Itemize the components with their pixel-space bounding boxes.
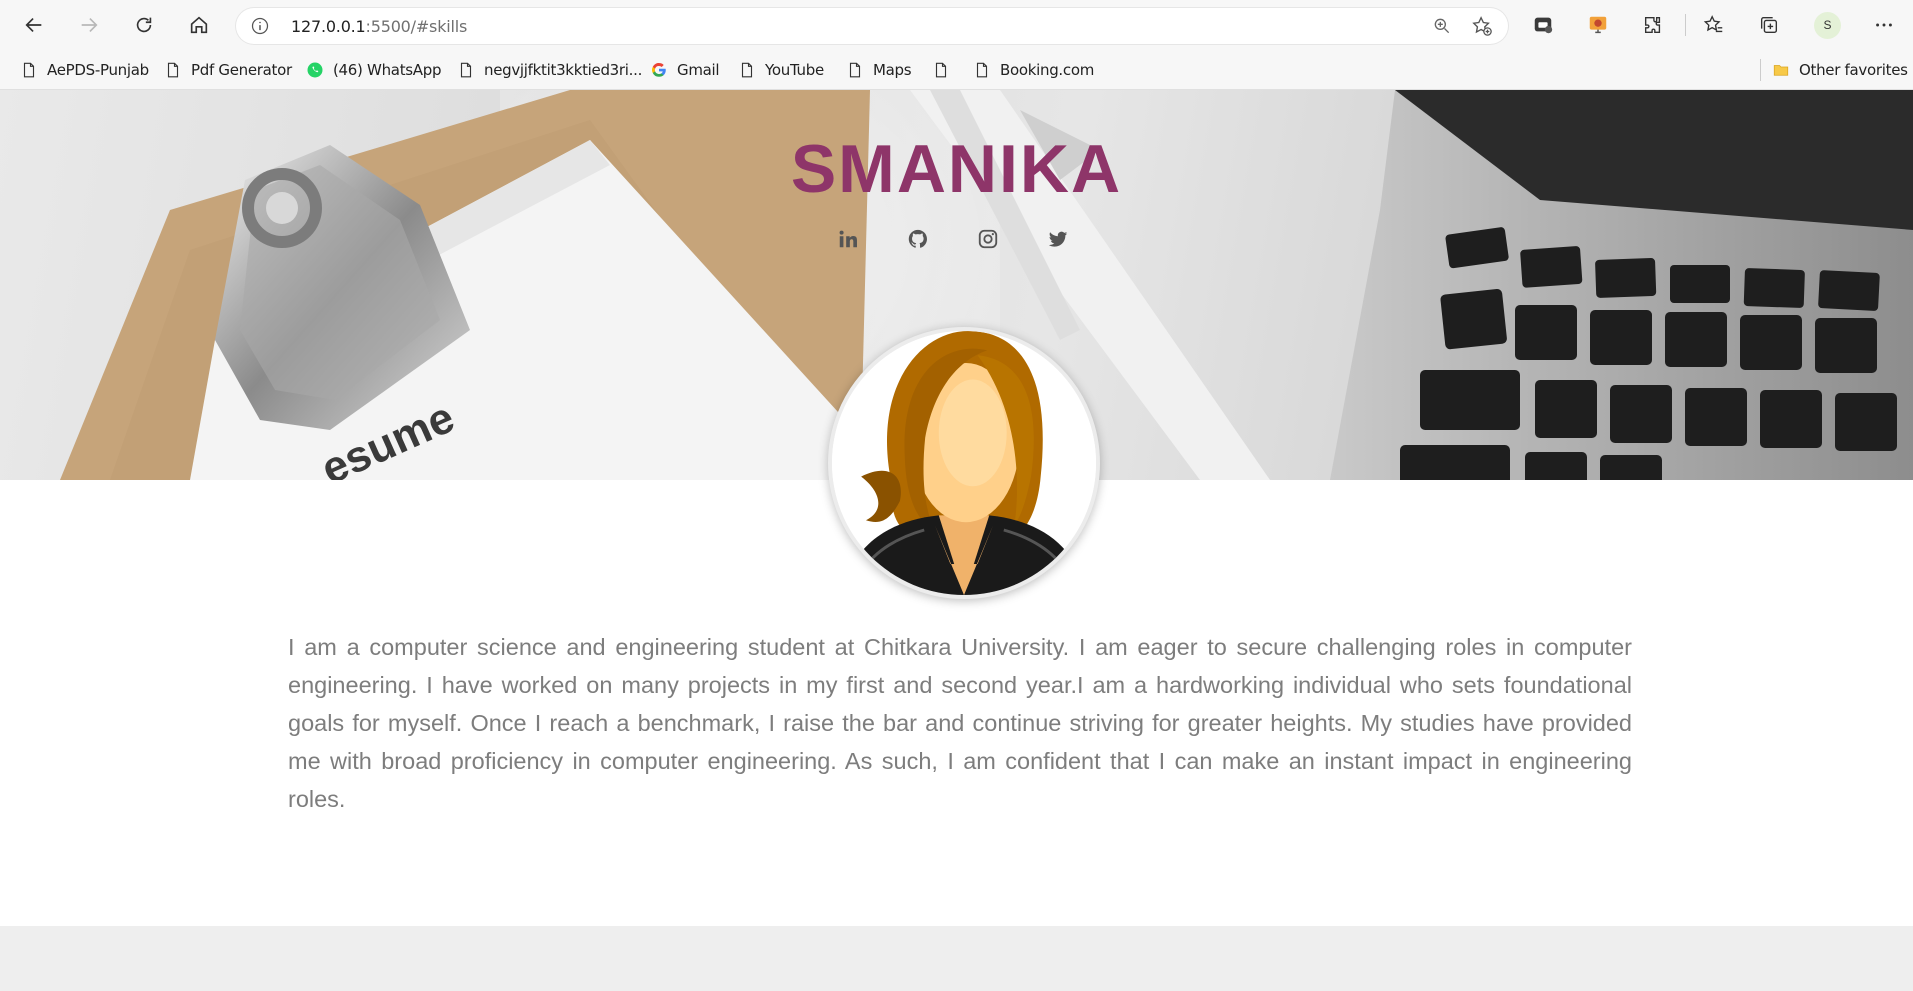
page-icon <box>457 61 475 79</box>
favorites-icon[interactable] <box>1701 12 1727 38</box>
woman-avatar-illustration <box>832 331 1096 595</box>
bookmark-gmail[interactable]: Gmail <box>650 58 720 82</box>
next-section-band <box>0 926 1913 991</box>
info-icon[interactable] <box>250 16 270 36</box>
instagram-icon <box>978 229 998 249</box>
page-icon <box>164 61 182 79</box>
home-icon <box>190 16 208 34</box>
folder-icon <box>1772 61 1790 79</box>
bookmark-label: (46) WhatsApp <box>333 61 442 79</box>
bookmark-label: Maps <box>873 61 912 79</box>
more-menu-icon[interactable] <box>1871 12 1897 38</box>
collections-icon[interactable] <box>1756 12 1782 38</box>
site-title: SMANIKA <box>790 131 1123 207</box>
bookmarks-bar: AePDS-Punjab Pdf Generator (46) WhatsApp… <box>0 50 1913 90</box>
bookmark-whatsapp[interactable]: (46) WhatsApp <box>306 58 442 82</box>
bookmark-aepds-punjab[interactable]: AePDS-Punjab <box>20 58 149 82</box>
url-text[interactable]: 127.0.0.1:5500/#skills <box>291 17 467 36</box>
bookmark-other-favorites[interactable]: Other favorites <box>1772 58 1908 82</box>
refresh-button[interactable] <box>126 7 162 43</box>
bookmark-label: Gmail <box>677 61 720 79</box>
bookmark-label: negvjjfktit3kktied3ri... <box>484 61 643 79</box>
profile-picture <box>828 327 1100 599</box>
page-icon <box>738 61 756 79</box>
address-bar[interactable]: 127.0.0.1:5500/#skills <box>236 8 1508 44</box>
zoom-icon[interactable] <box>1432 16 1452 36</box>
page-icon <box>932 61 950 79</box>
github-link[interactable] <box>903 224 933 254</box>
home-button[interactable] <box>181 7 217 43</box>
add-favorite-icon[interactable] <box>1470 15 1494 37</box>
toolbar-separator <box>1685 14 1686 36</box>
page-icon <box>973 61 991 79</box>
bookmark-booking[interactable]: Booking.com <box>973 58 1094 82</box>
page-icon <box>20 61 38 79</box>
extension-1-icon[interactable] <box>1530 12 1556 38</box>
bookmark-label: Other favorites <box>1799 61 1908 79</box>
about-paragraph: I am a computer science and engineering … <box>288 634 1632 812</box>
forward-arrow-icon <box>81 17 98 33</box>
twitter-icon <box>1048 231 1068 247</box>
bookmark-maps[interactable]: Maps <box>846 58 912 82</box>
bookmark-label: Pdf Generator <box>191 61 292 79</box>
back-arrow-icon <box>25 17 42 33</box>
back-button[interactable] <box>16 7 52 43</box>
url-host: 127.0.0.1 <box>291 17 366 36</box>
forward-button[interactable] <box>71 7 107 43</box>
twitter-link[interactable] <box>1043 224 1073 254</box>
page-icon <box>846 61 864 79</box>
whatsapp-icon <box>306 61 324 79</box>
refresh-icon <box>136 17 152 33</box>
bookmark-pdf-generator[interactable]: Pdf Generator <box>164 58 292 82</box>
bookmark-label: Booking.com <box>1000 61 1095 79</box>
bookmarks-separator <box>1760 59 1761 81</box>
github-icon <box>908 229 927 248</box>
google-icon <box>650 61 668 79</box>
bookmark-label: YouTube <box>765 61 824 79</box>
linkedin-icon <box>839 230 857 248</box>
bookmark-youtube[interactable]: YouTube <box>738 58 824 82</box>
bookmark-label: AePDS-Punjab <box>47 61 149 79</box>
bookmark-untitled[interactable] <box>932 58 959 82</box>
social-links <box>820 224 1100 256</box>
bookmark-negvjjfktit[interactable]: negvjjfktit3kktied3ri... <box>457 58 642 82</box>
instagram-link[interactable] <box>973 224 1003 254</box>
profile-avatar[interactable]: S <box>1814 12 1841 39</box>
extensions-puzzle-icon[interactable] <box>1640 12 1666 38</box>
linkedin-link[interactable] <box>833 224 863 254</box>
browser-toolbar: 127.0.0.1:5500/#skills S <box>0 0 1913 50</box>
url-path: :5500/#skills <box>365 17 468 36</box>
extension-2-icon[interactable] <box>1585 12 1611 38</box>
